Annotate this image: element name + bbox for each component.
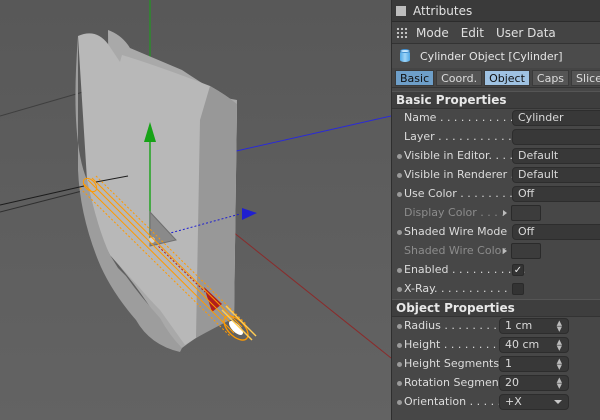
panel-title: Attributes: [413, 3, 473, 18]
world-x-axis-line: [231, 115, 391, 153]
prop-layer: Layer . . . . . . . . . . . . .: [392, 128, 600, 147]
use-color-label: Use Color . . . . . . . . .: [404, 187, 520, 200]
expand-arrow-icon[interactable]: [503, 248, 507, 254]
radius-input[interactable]: 1 cm ▲ ▼: [499, 318, 569, 334]
menu-user-data[interactable]: User Data: [496, 26, 556, 40]
rotation-segments-value: 20: [505, 376, 519, 389]
animate-dot-icon[interactable]: [397, 381, 402, 386]
stepper-arrows-icon[interactable]: ▲ ▼: [557, 377, 562, 390]
shaded-wire-color-label: Shaded Wire Color: [404, 244, 506, 257]
prop-height: Height . . . . . . . . . 40 cm ▲ ▼: [392, 336, 600, 355]
shaded-wire-mode-dropdown[interactable]: Off: [512, 224, 600, 240]
animate-dot-icon[interactable]: [397, 362, 402, 367]
tab-caps[interactable]: Caps: [531, 69, 570, 86]
grid-line: [0, 185, 85, 206]
rotation-segments-label: Rotation Segments: [404, 376, 509, 389]
animate-dot-icon[interactable]: [397, 230, 402, 235]
height-input[interactable]: 40 cm ▲ ▼: [499, 337, 569, 353]
object-name: Cylinder Object [Cylinder]: [420, 49, 563, 63]
use-color-dropdown[interactable]: Off: [512, 186, 600, 202]
panel-menu-bar: Mode Edit User Data: [392, 22, 600, 44]
x-axis-arrow-icon: [242, 208, 257, 220]
height-segments-input[interactable]: 1 ▲ ▼: [499, 356, 569, 372]
menu-edit[interactable]: Edit: [461, 26, 484, 40]
panel-title-bar[interactable]: Attributes: [392, 0, 600, 22]
height-value: 40 cm: [505, 338, 540, 351]
visible-editor-label: Visible in Editor. . . . .: [404, 149, 520, 162]
prop-name: Name . . . . . . . . . . . . . Cylinder: [392, 109, 600, 128]
stepper-arrows-icon[interactable]: ▲ ▼: [557, 320, 562, 333]
prop-xray: X-Ray. . . . . . . . . . . . .: [392, 280, 600, 299]
name-input[interactable]: Cylinder: [512, 110, 600, 126]
expand-arrow-icon[interactable]: [503, 210, 507, 216]
animate-dot-icon[interactable]: [397, 192, 402, 197]
tab-object[interactable]: Object: [484, 69, 530, 86]
prop-height-segments: Height Segments 1 ▲ ▼: [392, 355, 600, 374]
enabled-label: Enabled . . . . . . . . . . .: [404, 263, 526, 276]
xray-checkbox[interactable]: [512, 283, 524, 295]
tab-slice[interactable]: Slice: [571, 69, 600, 86]
layer-label: Layer . . . . . . . . . . . . .: [404, 130, 526, 143]
animate-dot-icon[interactable]: [397, 173, 402, 178]
shaded-wire-color-swatch[interactable]: [511, 243, 541, 259]
grid-icon[interactable]: [396, 26, 408, 39]
object-header: Cylinder Object [Cylinder]: [392, 44, 600, 68]
3d-viewport[interactable]: [0, 0, 391, 420]
prop-radius: Radius . . . . . . . . . 1 cm ▲ ▼: [392, 317, 600, 336]
tab-coord[interactable]: Coord.: [436, 69, 483, 86]
stepper-arrows-icon[interactable]: ▲ ▼: [557, 358, 562, 371]
display-color-label: Display Color . . . .: [404, 206, 505, 219]
visible-renderer-dropdown[interactable]: Default: [512, 167, 600, 183]
height-segments-value: 1: [505, 357, 512, 370]
radius-value: 1 cm: [505, 319, 533, 332]
animate-dot-icon[interactable]: [397, 400, 402, 405]
prop-shaded-wire-color: Shaded Wire Color: [392, 242, 600, 261]
prop-rotation-segments: Rotation Segments 20 ▲ ▼: [392, 374, 600, 393]
stepper-arrows-icon[interactable]: ▲ ▼: [557, 339, 562, 352]
xray-label: X-Ray. . . . . . . . . . . . .: [404, 282, 522, 295]
prop-enabled: Enabled . . . . . . . . . . . ✓: [392, 261, 600, 280]
prop-orientation: Orientation . . . . . +X: [392, 393, 600, 412]
animate-dot-icon[interactable]: [397, 268, 402, 273]
chevron-down-icon[interactable]: [554, 400, 562, 404]
viewport-scene: [0, 0, 391, 359]
shaded-wire-mode-label: Shaded Wire Mode: [404, 225, 508, 238]
attributes-panel: Attributes Mode Edit User Data Cylinder …: [391, 0, 600, 420]
prop-display-color: Display Color . . . .: [392, 204, 600, 223]
animate-dot-icon[interactable]: [397, 324, 402, 329]
object-properties-header[interactable]: Object Properties: [392, 299, 600, 317]
visible-editor-dropdown[interactable]: Default: [512, 148, 600, 164]
prop-use-color: Use Color . . . . . . . . . Off: [392, 185, 600, 204]
animate-dot-icon[interactable]: [397, 154, 402, 159]
radius-label: Radius . . . . . . . . .: [404, 319, 504, 332]
visible-renderer-label: Visible in Renderer . .: [404, 168, 522, 181]
enabled-checkbox[interactable]: ✓: [512, 264, 524, 276]
layer-field[interactable]: [512, 129, 600, 145]
height-label: Height . . . . . . . . .: [404, 338, 504, 351]
orientation-dropdown[interactable]: +X: [499, 394, 569, 410]
orientation-value: +X: [505, 395, 522, 408]
world-z-axis-line: [227, 227, 391, 359]
height-segments-label: Height Segments: [404, 357, 500, 370]
basic-properties-header[interactable]: Basic Properties: [392, 91, 600, 109]
animate-dot-icon[interactable]: [397, 343, 402, 348]
prop-visible-editor: Visible in Editor. . . . . Default: [392, 147, 600, 166]
animate-dot-icon[interactable]: [397, 287, 402, 292]
prop-visible-renderer: Visible in Renderer . . Default: [392, 166, 600, 185]
prop-shaded-wire-mode: Shaded Wire Mode Off: [392, 223, 600, 242]
cylinder-icon: [400, 49, 410, 63]
tab-bar: Basic Coord. Object Caps Slice P: [392, 68, 600, 88]
tab-basic[interactable]: Basic: [395, 69, 435, 86]
name-label: Name . . . . . . . . . . . . .: [404, 111, 528, 124]
display-color-swatch[interactable]: [511, 205, 541, 221]
menu-mode[interactable]: Mode: [416, 26, 449, 40]
panel-menu-icon[interactable]: [396, 5, 406, 16]
rotation-segments-input[interactable]: 20 ▲ ▼: [499, 375, 569, 391]
orientation-label: Orientation . . . . .: [404, 395, 502, 408]
